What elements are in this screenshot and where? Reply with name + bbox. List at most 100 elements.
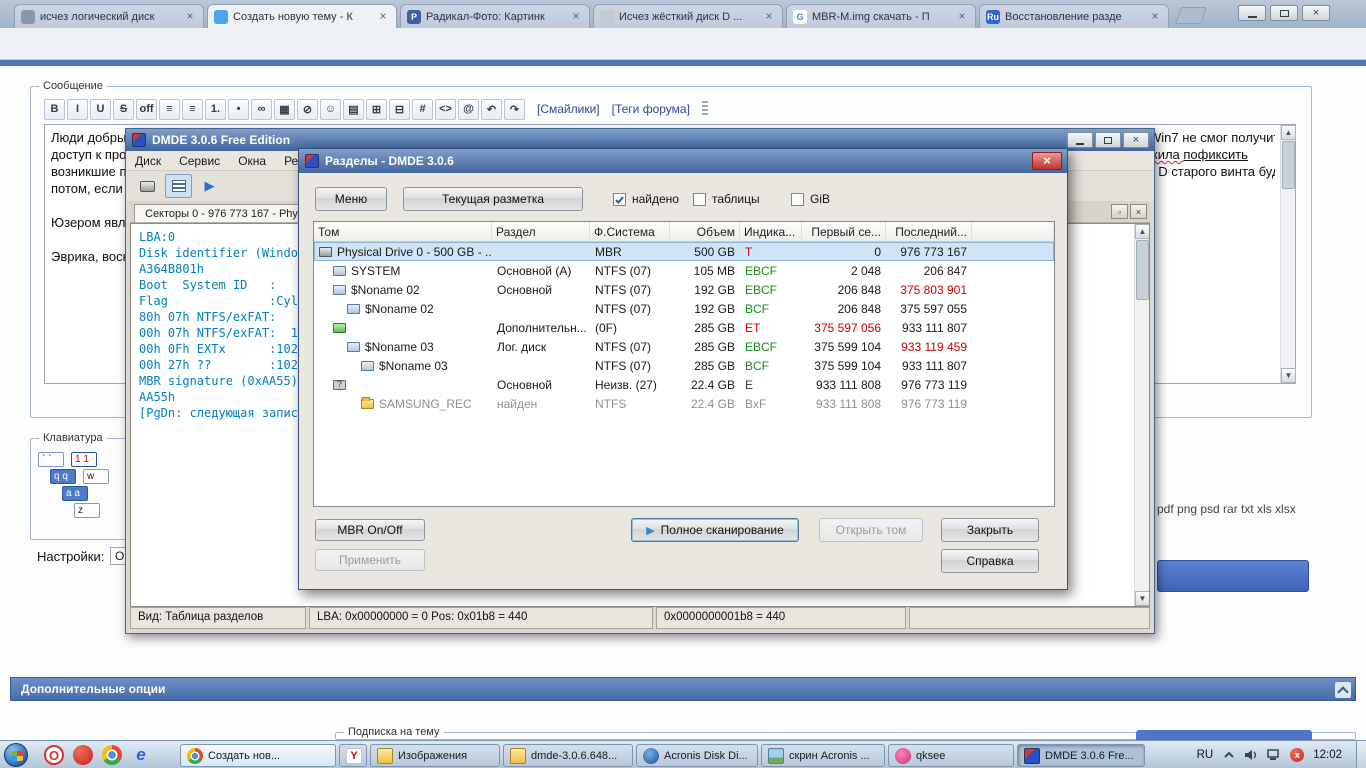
keyboard-key[interactable]: 1 1 [71, 452, 97, 467]
taskbar-button[interactable]: Создать нов... [180, 744, 336, 767]
volume-icon[interactable] [1244, 749, 1258, 761]
partition-row[interactable]: SYSTEMОсновной (A)NTFS (07)105 MBEBCF2 0… [314, 261, 1054, 280]
partition-row[interactable]: $Noname 03Лог. дискNTFS (07)285 GBEBCF37… [314, 337, 1054, 356]
partition-row[interactable]: $Noname 02NTFS (07)192 GBBCF206 848375 5… [314, 299, 1054, 318]
browser-tab[interactable]: Создать новую тему - К× [207, 4, 397, 28]
browser-tab[interactable]: RuВосстановление разде× [979, 4, 1169, 28]
taskbar-clock[interactable]: 12:02 [1313, 749, 1342, 761]
language-indicator[interactable]: RU [1197, 749, 1214, 761]
keyboard-key[interactable]: z [74, 503, 100, 518]
open-volume-button[interactable]: Открыть том [819, 518, 923, 542]
editor-link-button[interactable]: ∞ [251, 99, 272, 120]
menu-item-2[interactable]: Сервис [170, 154, 229, 168]
window-maximize-button[interactable] [1270, 5, 1298, 21]
toolbar-grip-icon[interactable] [702, 101, 708, 117]
start-button[interactable] [4, 743, 28, 767]
window-close-button[interactable]: × [1302, 5, 1330, 21]
editor-strike-button[interactable]: S [113, 99, 134, 120]
tab-close-icon[interactable]: × [1148, 10, 1162, 24]
mbr-onoff-button[interactable]: MBR On/Off [315, 519, 425, 541]
column-header[interactable]: Первый се... [802, 222, 886, 241]
action-center-icon[interactable]: x [1290, 748, 1304, 762]
collapse-chevron-icon[interactable] [1335, 682, 1351, 698]
scroll-up-arrow[interactable]: ▲ [1135, 224, 1150, 239]
column-header[interactable]: Том [314, 222, 492, 241]
partition-row[interactable]: $Noname 03NTFS (07)285 GBBCF375 599 1049… [314, 356, 1054, 375]
editor-align-right-button[interactable]: ≡ [182, 99, 203, 120]
mdi-close-button[interactable]: × [1130, 204, 1147, 219]
editor-no-parse-button[interactable]: ⊘ [297, 99, 318, 120]
browser-tab[interactable]: Исчез жёсткий диск D ...× [593, 4, 783, 28]
editor-unordered-list-button[interactable]: • [228, 99, 249, 120]
partition-row[interactable]: ОсновнойНеизв. (27)22.4 GBE933 111 80897… [314, 375, 1054, 394]
tables-checkbox[interactable]: таблицы [693, 192, 760, 206]
tab-close-icon[interactable]: × [762, 10, 776, 24]
keyboard-key[interactable]: ` ` [38, 452, 64, 467]
column-header[interactable]: Ф.Система [590, 222, 670, 241]
editor-image-button[interactable]: ▦ [274, 99, 295, 120]
app-red-icon[interactable] [73, 745, 93, 765]
new-tab-button[interactable] [1175, 7, 1207, 24]
keyboard-key[interactable]: a a [62, 486, 88, 501]
network-icon[interactable] [1267, 749, 1281, 761]
textarea-scrollbar[interactable]: ▲ ▼ [1280, 125, 1295, 383]
partitions-table[interactable]: ТомРазделФ.СистемаОбъемИндика...Первый с… [313, 221, 1055, 507]
partition-row[interactable]: Дополнительн...(0F)285 GBET375 597 05693… [314, 318, 1054, 337]
menu-button[interactable]: Меню [315, 187, 387, 211]
smilies-link[interactable]: [Смайлики] [537, 102, 600, 116]
tab-close-icon[interactable]: × [955, 10, 969, 24]
help-button[interactable]: Справка [941, 549, 1039, 573]
tab-close-icon[interactable]: × [569, 10, 583, 24]
browser-tab[interactable]: GMBR-M.img скачать - П× [786, 4, 976, 28]
browser-tab[interactable]: исчез логический диск× [14, 4, 204, 28]
editor-align-left-button[interactable]: ≡ [159, 99, 180, 120]
mdi-restore-button[interactable]: ▫ [1111, 204, 1128, 219]
submit-button-partial[interactable] [1136, 730, 1312, 740]
hidden-icons-chevron[interactable] [1223, 750, 1235, 760]
continue-scan-button[interactable]: ▶ [196, 174, 223, 198]
taskbar-button[interactable]: Acronis Disk Di... [636, 744, 758, 767]
chrome-icon[interactable] [102, 745, 122, 765]
dmde-maximize-button[interactable] [1095, 132, 1121, 148]
editor-undo-button[interactable]: ↶ [481, 99, 502, 120]
scroll-thumb[interactable] [1282, 141, 1295, 189]
scroll-down-arrow[interactable]: ▼ [1135, 591, 1150, 606]
additional-options-header[interactable]: Дополнительные опции [10, 677, 1356, 701]
editor-redo-button[interactable]: ↷ [504, 99, 525, 120]
apply-button[interactable]: Применить [315, 549, 425, 571]
editor-smiley-button[interactable]: ☺ [320, 99, 341, 120]
found-checkbox[interactable]: найдено [613, 192, 679, 206]
editor-expand-button[interactable]: ⊞ [366, 99, 387, 120]
taskbar-button[interactable]: DMDE 3.0.6 Fre... [1017, 744, 1145, 767]
editor-collapse-button[interactable]: ⊟ [389, 99, 410, 120]
keyboard-key[interactable]: w [83, 469, 109, 484]
column-header[interactable]: Последний... [886, 222, 972, 241]
editor-bbcode-off-button[interactable]: off [136, 99, 157, 120]
column-header[interactable]: Раздел [492, 222, 590, 241]
dmde-close-button[interactable]: × [1123, 132, 1149, 148]
internet-explorer-icon[interactable]: e [131, 745, 151, 765]
blue-panel-button[interactable] [1157, 560, 1309, 592]
show-desktop-button[interactable] [1356, 741, 1366, 768]
editor-media-button[interactable]: ▤ [343, 99, 364, 120]
browser-tab[interactable]: РРадикал-Фото: Картинк× [400, 4, 590, 28]
gib-checkbox[interactable]: GiB [791, 192, 830, 206]
partitions-button[interactable] [165, 174, 192, 198]
dialog-title-bar[interactable]: Разделы - DMDE 3.0.6 [299, 149, 1067, 173]
current-layout-button[interactable]: Текущая разметка [403, 187, 583, 211]
taskbar-button[interactable]: Y [339, 744, 367, 767]
partition-row[interactable]: SAMSUNG_RECнайденNTFS22.4 GBBxF933 111 8… [314, 394, 1054, 413]
opera-icon[interactable]: O [44, 745, 64, 765]
scroll-up-arrow[interactable]: ▲ [1281, 125, 1296, 140]
editor-hash-button[interactable]: # [412, 99, 433, 120]
message-link[interactable]: пофиксить [1183, 147, 1248, 162]
full-scan-button[interactable]: ▶ Полное сканирование [631, 518, 799, 542]
dmde-minimize-button[interactable] [1067, 132, 1093, 148]
sectors-tab[interactable]: Секторы 0 - 976 773 167 - Phy [134, 204, 309, 222]
taskbar-button[interactable]: dmde-3.0.6.648... [503, 744, 633, 767]
forum-tags-link[interactable]: [Теги форума] [612, 102, 690, 116]
tab-close-icon[interactable]: × [183, 10, 197, 24]
editor-code-button[interactable]: <> [435, 99, 456, 120]
editor-scrollbar[interactable]: ▲ ▼ [1134, 224, 1149, 606]
open-disk-button[interactable] [134, 174, 161, 198]
